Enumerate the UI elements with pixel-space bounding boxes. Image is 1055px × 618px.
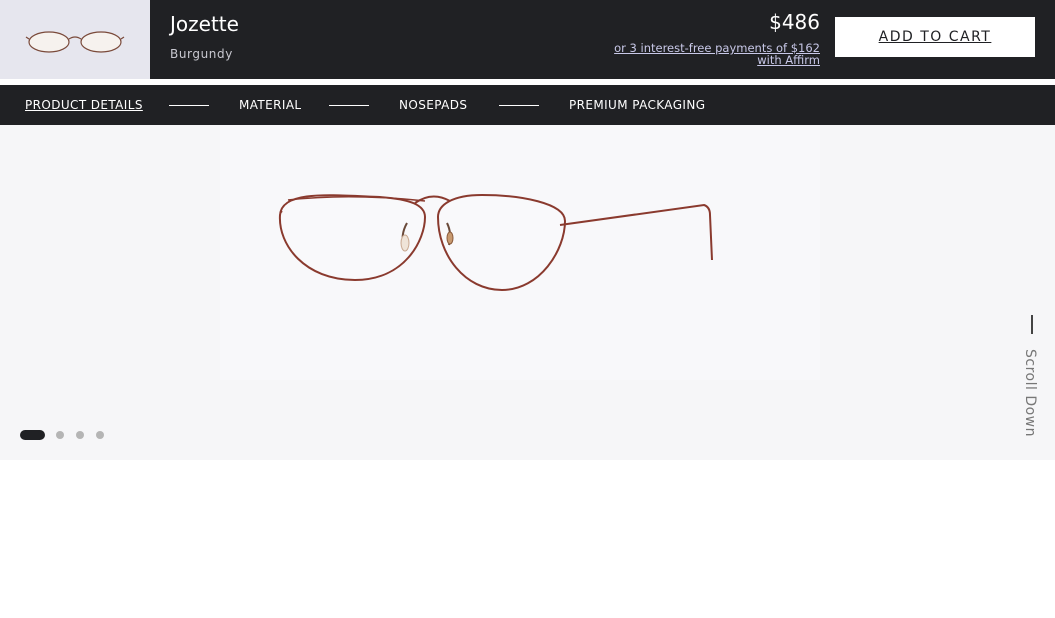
- gallery-dot-4[interactable]: [96, 431, 104, 439]
- eyeglasses-thumbnail-icon: [25, 31, 125, 53]
- tab-divider: [499, 105, 539, 106]
- product-price: $486: [769, 10, 820, 34]
- tab-nosepads[interactable]: NOSEPADS: [399, 98, 467, 112]
- scroll-indicator-line: [1031, 315, 1033, 334]
- gallery-dot-1[interactable]: [20, 430, 45, 440]
- tab-material[interactable]: MATERIAL: [239, 98, 302, 112]
- scroll-down-label[interactable]: Scroll Down: [1022, 349, 1038, 437]
- gallery-dot-2[interactable]: [56, 431, 64, 439]
- product-gallery: Scroll Down: [0, 125, 1055, 460]
- tab-premium-packaging[interactable]: PREMIUM PACKAGING: [569, 98, 705, 112]
- affirm-financing-link[interactable]: or 3 interest-free payments of $162 with…: [600, 42, 820, 66]
- gallery-dot-3[interactable]: [76, 431, 84, 439]
- sticky-product-header: Jozette Burgundy $486 or 3 interest-free…: [0, 0, 1055, 79]
- product-image[interactable]: [220, 125, 820, 380]
- product-tab-bar: PRODUCT DETAILS MATERIAL NOSEPADS PREMIU…: [0, 85, 1055, 125]
- tab-divider: [329, 105, 369, 106]
- product-name: Jozette: [170, 12, 239, 36]
- eyeglasses-image-icon: [278, 193, 713, 292]
- add-to-cart-button[interactable]: ADD TO CART: [835, 17, 1035, 57]
- tab-product-details[interactable]: PRODUCT DETAILS: [25, 98, 143, 112]
- tab-divider: [169, 105, 209, 106]
- product-color: Burgundy: [170, 47, 233, 61]
- product-thumbnail[interactable]: [0, 0, 150, 79]
